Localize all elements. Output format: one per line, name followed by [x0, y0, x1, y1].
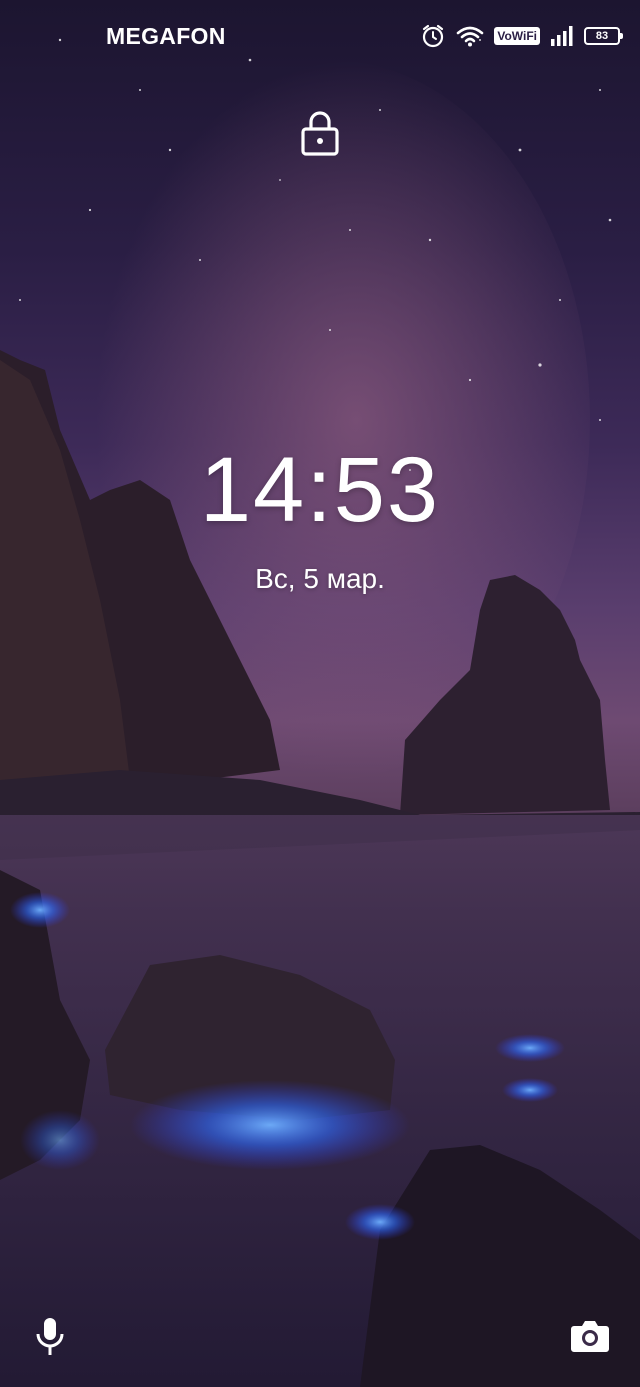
lock-screen: MEGAFON VoWiFi 83 14:53 Вс, 5 мар.: [0, 0, 640, 1387]
lock-icon[interactable]: [300, 108, 340, 158]
signal-icon: [551, 26, 573, 46]
status-bar: MEGAFON VoWiFi 83: [0, 0, 640, 72]
wallpaper-image: [0, 38, 640, 1387]
vowifi-badge: VoWiFi: [494, 27, 540, 45]
alarm-icon: [423, 24, 444, 48]
camera-icon[interactable]: [570, 1318, 610, 1354]
wifi-icon: [457, 26, 484, 47]
mic-icon[interactable]: [30, 1315, 70, 1359]
lockscreen-date: Вс, 5 мар.: [255, 563, 385, 594]
status-icons: VoWiFi 83: [420, 20, 623, 52]
lockscreen-clock: 14:53: [199, 439, 441, 541]
battery-level: 83: [595, 30, 609, 42]
carrier-name: MEGAFON: [106, 23, 226, 49]
battery-icon: 83: [584, 27, 623, 45]
